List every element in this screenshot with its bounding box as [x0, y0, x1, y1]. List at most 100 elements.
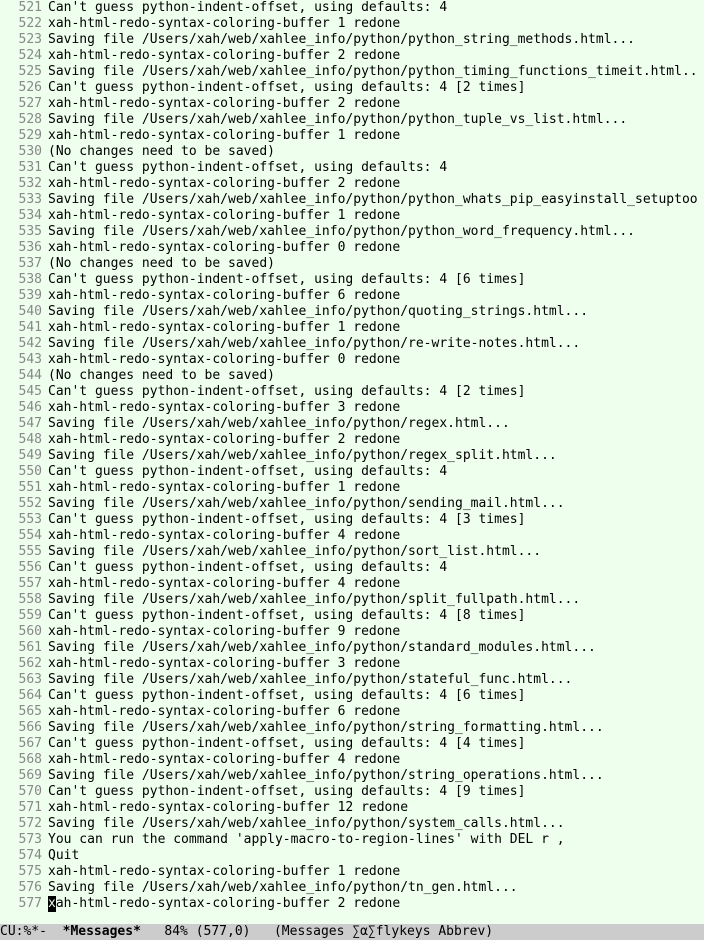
- line-content: Can't guess python-indent-offset, using …: [48, 160, 704, 176]
- line-number: 536: [0, 240, 48, 256]
- buffer-line[interactable]: 567Can't guess python-indent-offset, usi…: [0, 736, 704, 752]
- buffer-line[interactable]: 536xah-html-redo-syntax-coloring-buffer …: [0, 240, 704, 256]
- buffer-line[interactable]: 548xah-html-redo-syntax-coloring-buffer …: [0, 432, 704, 448]
- line-content: (No changes need to be saved): [48, 368, 704, 384]
- buffer-line[interactable]: 523Saving file /Users/xah/web/xahlee_inf…: [0, 32, 704, 48]
- line-number: 566: [0, 720, 48, 736]
- line-content: Saving file /Users/xah/web/xahlee_info/p…: [48, 448, 704, 464]
- buffer-line[interactable]: 546xah-html-redo-syntax-coloring-buffer …: [0, 400, 704, 416]
- buffer-line[interactable]: 558Saving file /Users/xah/web/xahlee_inf…: [0, 592, 704, 608]
- buffer-line[interactable]: 537(No changes need to be saved): [0, 256, 704, 272]
- buffer-line[interactable]: 559Can't guess python-indent-offset, usi…: [0, 608, 704, 624]
- line-content: Can't guess python-indent-offset, using …: [48, 0, 704, 16]
- line-number: 539: [0, 288, 48, 304]
- buffer-line[interactable]: 531Can't guess python-indent-offset, usi…: [0, 160, 704, 176]
- line-content: Can't guess python-indent-offset, using …: [48, 784, 704, 800]
- buffer-line[interactable]: 522xah-html-redo-syntax-coloring-buffer …: [0, 16, 704, 32]
- buffer-line[interactable]: 550Can't guess python-indent-offset, usi…: [0, 464, 704, 480]
- line-number: 522: [0, 16, 48, 32]
- buffer-line[interactable]: 560xah-html-redo-syntax-coloring-buffer …: [0, 624, 704, 640]
- line-number: 544: [0, 368, 48, 384]
- buffer-line[interactable]: 562xah-html-redo-syntax-coloring-buffer …: [0, 656, 704, 672]
- buffer-line[interactable]: 543xah-html-redo-syntax-coloring-buffer …: [0, 352, 704, 368]
- buffer-line[interactable]: 571xah-html-redo-syntax-coloring-buffer …: [0, 800, 704, 816]
- buffer-line[interactable]: 572Saving file /Users/xah/web/xahlee_inf…: [0, 816, 704, 832]
- line-number: 524: [0, 48, 48, 64]
- buffer-line[interactable]: 565xah-html-redo-syntax-coloring-buffer …: [0, 704, 704, 720]
- buffer-line[interactable]: 530(No changes need to be saved): [0, 144, 704, 160]
- buffer-line[interactable]: 541xah-html-redo-syntax-coloring-buffer …: [0, 320, 704, 336]
- line-content: Saving file /Users/xah/web/xahlee_info/p…: [48, 544, 704, 560]
- buffer-line[interactable]: 557xah-html-redo-syntax-coloring-buffer …: [0, 576, 704, 592]
- buffer-line[interactable]: 573You can run the command 'apply-macro-…: [0, 832, 704, 848]
- buffer-line[interactable]: 549Saving file /Users/xah/web/xahlee_inf…: [0, 448, 704, 464]
- buffer-line[interactable]: 534xah-html-redo-syntax-coloring-buffer …: [0, 208, 704, 224]
- buffer-line[interactable]: 542Saving file /Users/xah/web/xahlee_inf…: [0, 336, 704, 352]
- line-number: 521: [0, 0, 48, 16]
- line-content: xah-html-redo-syntax-coloring-buffer 3 r…: [48, 400, 704, 416]
- mode-line-status: CU:%*-: [0, 924, 63, 939]
- mode-line[interactable]: CU:%*- *Messages* 84% (577,0) (Messages …: [0, 924, 704, 940]
- line-number: 567: [0, 736, 48, 752]
- line-content: Can't guess python-indent-offset, using …: [48, 560, 704, 576]
- buffer-line[interactable]: 532xah-html-redo-syntax-coloring-buffer …: [0, 176, 704, 192]
- line-content: Saving file /Users/xah/web/xahlee_info/p…: [48, 192, 704, 208]
- line-content: (No changes need to be saved): [48, 144, 704, 160]
- buffer-line[interactable]: 553Can't guess python-indent-offset, usi…: [0, 512, 704, 528]
- line-content: Can't guess python-indent-offset, using …: [48, 384, 704, 400]
- line-number: 575: [0, 864, 48, 880]
- buffer-line[interactable]: 524xah-html-redo-syntax-coloring-buffer …: [0, 48, 704, 64]
- line-content: Can't guess python-indent-offset, using …: [48, 272, 704, 288]
- buffer-line[interactable]: 527xah-html-redo-syntax-coloring-buffer …: [0, 96, 704, 112]
- line-number: 542: [0, 336, 48, 352]
- buffer-line[interactable]: 556Can't guess python-indent-offset, usi…: [0, 560, 704, 576]
- buffer-line[interactable]: 533Saving file /Users/xah/web/xahlee_inf…: [0, 192, 704, 208]
- buffer-line[interactable]: 566Saving file /Users/xah/web/xahlee_inf…: [0, 720, 704, 736]
- messages-buffer[interactable]: 521Can't guess python-indent-offset, usi…: [0, 0, 704, 924]
- line-content: xah-html-redo-syntax-coloring-buffer 12 …: [48, 800, 704, 816]
- buffer-line[interactable]: 528Saving file /Users/xah/web/xahlee_inf…: [0, 112, 704, 128]
- buffer-line[interactable]: 521Can't guess python-indent-offset, usi…: [0, 0, 704, 16]
- buffer-line[interactable]: 569Saving file /Users/xah/web/xahlee_inf…: [0, 768, 704, 784]
- buffer-line[interactable]: 539xah-html-redo-syntax-coloring-buffer …: [0, 288, 704, 304]
- buffer-line[interactable]: 554xah-html-redo-syntax-coloring-buffer …: [0, 528, 704, 544]
- line-content: xah-html-redo-syntax-coloring-buffer 4 r…: [48, 752, 704, 768]
- line-content: Can't guess python-indent-offset, using …: [48, 464, 704, 480]
- line-number: 527: [0, 96, 48, 112]
- buffer-line[interactable]: 561Saving file /Users/xah/web/xahlee_inf…: [0, 640, 704, 656]
- line-content: xah-html-redo-syntax-coloring-buffer 6 r…: [48, 288, 704, 304]
- mode-line-buffer-name: *Messages*: [63, 924, 141, 939]
- line-content: xah-html-redo-syntax-coloring-buffer 2 r…: [48, 432, 704, 448]
- buffer-line[interactable]: 535Saving file /Users/xah/web/xahlee_inf…: [0, 224, 704, 240]
- buffer-line[interactable]: 563Saving file /Users/xah/web/xahlee_inf…: [0, 672, 704, 688]
- buffer-line[interactable]: 570Can't guess python-indent-offset, usi…: [0, 784, 704, 800]
- line-content: xah-html-redo-syntax-coloring-buffer 1 r…: [48, 864, 704, 880]
- line-number: 537: [0, 256, 48, 272]
- line-number: 573: [0, 832, 48, 848]
- line-content: xah-html-redo-syntax-coloring-buffer 2 r…: [48, 48, 704, 64]
- buffer-line[interactable]: 564Can't guess python-indent-offset, usi…: [0, 688, 704, 704]
- buffer-line[interactable]: 525Saving file /Users/xah/web/xahlee_inf…: [0, 64, 704, 80]
- buffer-line[interactable]: 552Saving file /Users/xah/web/xahlee_inf…: [0, 496, 704, 512]
- buffer-line[interactable]: 526Can't guess python-indent-offset, usi…: [0, 80, 704, 96]
- buffer-line[interactable]: 574Quit: [0, 848, 704, 864]
- buffer-line[interactable]: 551xah-html-redo-syntax-coloring-buffer …: [0, 480, 704, 496]
- buffer-line[interactable]: 538Can't guess python-indent-offset, usi…: [0, 272, 704, 288]
- line-number: 548: [0, 432, 48, 448]
- buffer-line[interactable]: 555Saving file /Users/xah/web/xahlee_inf…: [0, 544, 704, 560]
- buffer-line[interactable]: 545Can't guess python-indent-offset, usi…: [0, 384, 704, 400]
- buffer-line[interactable]: 547Saving file /Users/xah/web/xahlee_inf…: [0, 416, 704, 432]
- buffer-line[interactable]: 529xah-html-redo-syntax-coloring-buffer …: [0, 128, 704, 144]
- line-number: 577: [0, 896, 48, 912]
- buffer-line[interactable]: 575xah-html-redo-syntax-coloring-buffer …: [0, 864, 704, 880]
- line-number: 528: [0, 112, 48, 128]
- buffer-line[interactable]: 540Saving file /Users/xah/web/xahlee_inf…: [0, 304, 704, 320]
- buffer-line[interactable]: 577xah-html-redo-syntax-coloring-buffer …: [0, 896, 704, 912]
- line-content: xah-html-redo-syntax-coloring-buffer 3 r…: [48, 656, 704, 672]
- buffer-line[interactable]: 576Saving file /Users/xah/web/xahlee_inf…: [0, 880, 704, 896]
- line-content: xah-html-redo-syntax-coloring-buffer 1 r…: [48, 208, 704, 224]
- buffer-line[interactable]: 568xah-html-redo-syntax-coloring-buffer …: [0, 752, 704, 768]
- line-number: 553: [0, 512, 48, 528]
- buffer-line[interactable]: 544(No changes need to be saved): [0, 368, 704, 384]
- line-content: xah-html-redo-syntax-coloring-buffer 2 r…: [48, 96, 704, 112]
